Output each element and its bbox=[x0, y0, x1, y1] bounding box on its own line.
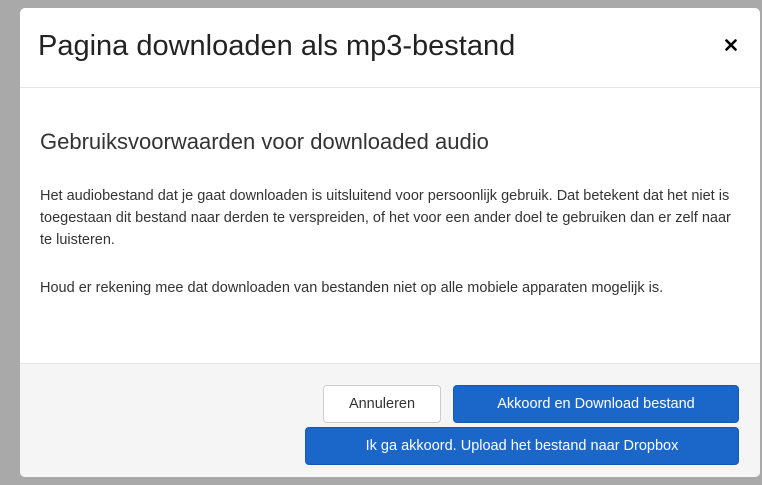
cancel-button[interactable]: Annuleren bbox=[323, 385, 441, 423]
close-button[interactable] bbox=[720, 34, 742, 56]
dialog-header: Pagina downloaden als mp3-bestand bbox=[20, 8, 760, 88]
terms-paragraph-mobile: Houd er rekening mee dat downloaden van … bbox=[40, 280, 664, 296]
download-dialog: Pagina downloaden als mp3-bestand Gebrui… bbox=[20, 8, 760, 477]
accept-dropbox-button[interactable]: Ik ga akkoord. Upload het bestand naar D… bbox=[305, 427, 739, 465]
terms-heading: Gebruiksvoorwaarden voor downloaded audi… bbox=[40, 129, 489, 154]
dialog-body: Gebruiksvoorwaarden voor downloaded audi… bbox=[20, 89, 760, 363]
accept-download-button[interactable]: Akkoord en Download bestand bbox=[453, 385, 739, 423]
dialog-footer: Annuleren Akkoord en Download bestand Ik… bbox=[20, 363, 760, 477]
terms-paragraph-usage: Het audiobestand dat je gaat downloaden … bbox=[40, 188, 731, 248]
dialog-title: Pagina downloaden als mp3-bestand bbox=[38, 30, 516, 62]
close-icon bbox=[725, 39, 737, 51]
